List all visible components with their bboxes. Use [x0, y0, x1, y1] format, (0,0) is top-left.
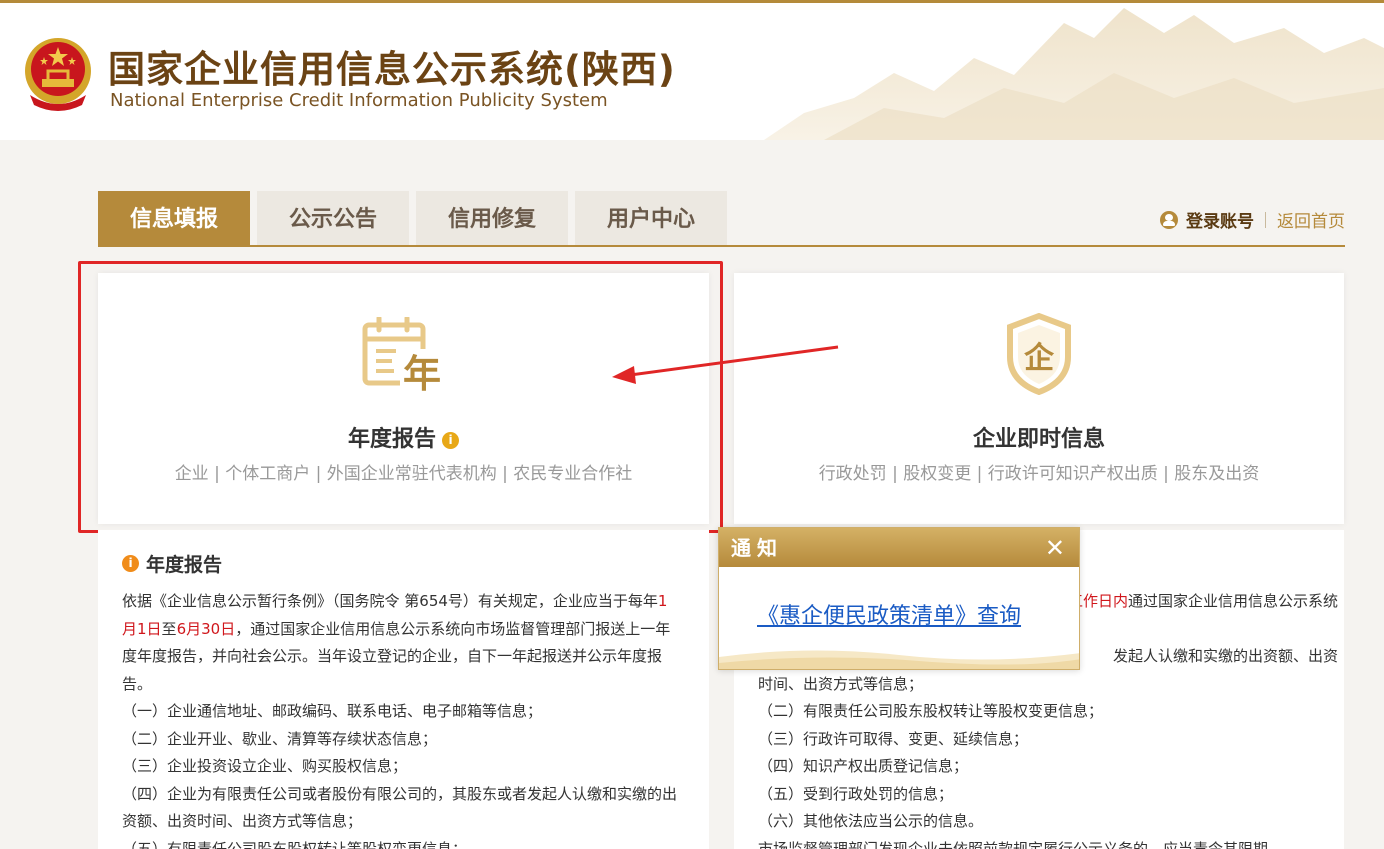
divider: [1265, 211, 1266, 228]
text: 至: [161, 619, 177, 638]
notice-title: 通知: [731, 536, 783, 560]
annotation-highlight-box: [78, 261, 723, 533]
shield-glyph: 企: [1024, 341, 1055, 376]
panel-heading: i 年度报告: [122, 550, 222, 577]
card-subtitle: 行政处罚 | 股权变更 | 行政许可知识产权出质 | 股东及出资: [818, 464, 1260, 484]
tab-user-center[interactable]: 用户中心: [575, 191, 727, 247]
list-item: （三）企业投资设立企业、购买股权信息；: [122, 757, 408, 775]
site-title-en: National Enterprise Credit Information P…: [110, 90, 608, 111]
panel-body: 依据《企业信息公示暂行条例》（国务院令 第654号）有关规定，企业应当于每年1月…: [122, 588, 682, 849]
list-item: （四）企业为有限责任公司或者股份有限公司的，其股东或者发起人认缴和实缴的出资额、…: [122, 784, 678, 831]
card-title: 企业即时信息: [972, 427, 1105, 452]
site-header: 国家企业信用信息公示系统(陕西) National Enterprise Cre…: [0, 3, 1384, 140]
tab-underline: [98, 245, 1345, 247]
paragraph: 市场监督管理部门发现企业未依照前款规定履行公示义务的，应当责令其限期: [758, 839, 1269, 849]
mountain-background: [764, 8, 1384, 140]
notice-title-bar: 通知 ✕: [719, 528, 1079, 567]
instant-info-card[interactable]: 企 企业即时信息 行政处罚 | 股权变更 | 行政许可知识产权出质 | 股东及出…: [734, 273, 1344, 524]
login-link[interactable]: 登录账号: [1186, 207, 1254, 232]
paragraph: 时间、出资方式等信息；: [758, 674, 924, 693]
enterprise-shield-icon: 企: [1007, 313, 1071, 395]
tab-credit-repair[interactable]: 信用修复: [416, 191, 568, 247]
list-item: （三）行政许可取得、变更、延续信息；: [758, 729, 1029, 748]
home-link[interactable]: 返回首页: [1277, 207, 1345, 232]
panel-heading-text: 年度报告: [146, 554, 223, 576]
paragraph: 依据《企业信息公示暂行条例》（国务院令 第654号）有关规定，企业应当于每年1月…: [122, 588, 682, 698]
account-links: 登录账号 返回首页: [1160, 207, 1345, 232]
national-emblem-icon: [25, 38, 91, 111]
list-item: （六）其他依法应当公示的信息。: [758, 812, 984, 830]
policy-list-link[interactable]: 《惠企便民政策清单》查询: [757, 598, 1021, 630]
annotation-arrow: [612, 345, 839, 384]
site-title-cn: 国家企业信用信息公示系统(陕西): [108, 48, 676, 91]
date-end: 6月30日: [176, 619, 236, 638]
text: 依据《企业信息公示暂行条例》（国务院令 第654号）有关规定，企业应当于每年: [122, 592, 658, 610]
list-item: （五）受到行政处罚的信息；: [758, 784, 954, 803]
list-item: （四）知识产权出质登记信息；: [758, 757, 969, 775]
close-icon[interactable]: ✕: [1045, 528, 1065, 568]
list-item: （二）企业开业、歇业、清算等存续状态信息；: [122, 729, 438, 748]
list-item: （二）有限责任公司股东股权转让等股权变更信息；: [758, 702, 1104, 720]
text: 通过国家企业信用信息公示系统: [1127, 592, 1338, 610]
annual-report-panel: i 年度报告 依据《企业信息公示暂行条例》（国务院令 第654号）有关规定，企业…: [98, 530, 709, 849]
main-nav-tabs: 信息填报 公示公告 信用修复 用户中心: [98, 191, 734, 247]
tab-info-filing[interactable]: 信息填报: [98, 191, 250, 247]
list-item: （一）企业通信地址、邮政编码、联系电话、电子邮箱等信息；: [122, 702, 543, 720]
list-item: （五）有限责任公司股东股权转让等股权变更信息；: [122, 839, 468, 849]
info-icon: i: [122, 555, 139, 572]
notice-popup: 通知 ✕ 《惠企便民政策清单》查询: [718, 527, 1080, 670]
user-icon: [1160, 210, 1178, 229]
tab-public-notice[interactable]: 公示公告: [257, 191, 409, 247]
wave-decoration: [719, 650, 1079, 669]
